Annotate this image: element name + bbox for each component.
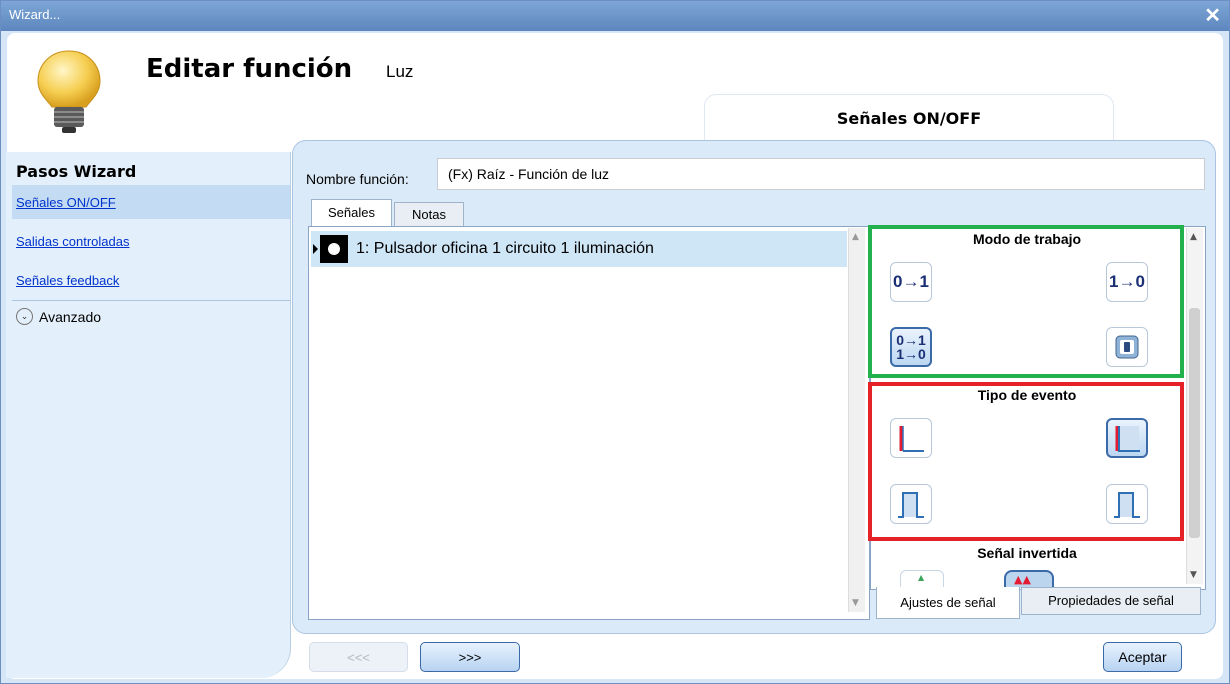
inverted-signal-title: Señal invertida (977, 545, 1077, 561)
scrollbar-thumb[interactable] (1189, 308, 1200, 538)
accept-button[interactable]: Aceptar (1103, 642, 1182, 672)
scroll-up-icon[interactable]: ▲ (852, 232, 859, 242)
sidebar-item-feedback-signals[interactable]: Señales feedback (16, 273, 119, 288)
scroll-up-icon[interactable]: ▲ (1190, 232, 1197, 242)
lightbulb-icon (37, 50, 101, 133)
scroll-down-icon[interactable]: ▼ (852, 598, 859, 608)
close-icon[interactable]: ✕ (1204, 3, 1221, 28)
signal-label: 1: Pulsador oficina 1 circuito 1 ilumina… (356, 240, 654, 257)
function-name-field[interactable]: (Fx) Raíz - Función de luz (437, 158, 1205, 190)
work-mode-highlight-frame (868, 225, 1184, 378)
event-type-highlight-frame (868, 382, 1184, 541)
signals-list: 1: Pulsador oficina 1 circuito 1 ilumina… (308, 226, 870, 620)
step-tab-title: Señales ON/OFF (704, 94, 1114, 140)
window-title: Wizard... (9, 7, 61, 22)
wizard-steps-sidebar: Pasos Wizard Señales ON/OFF Salidas cont… (6, 152, 291, 678)
invert-icon: ▲▲ (1014, 573, 1031, 586)
sidebar-title: Pasos Wizard (16, 162, 137, 181)
inverted-off-button[interactable]: ▲ (900, 570, 944, 587)
next-button[interactable]: >>> (420, 642, 520, 672)
tab-signal-properties[interactable]: Propiedades de señal (1021, 587, 1201, 615)
previous-button[interactable]: <<< (309, 642, 408, 672)
advanced-label: Avanzado (39, 308, 102, 325)
sidebar-divider (12, 300, 290, 301)
sidebar-item-controlled-outputs[interactable]: Salidas controladas (16, 234, 129, 249)
sidebar-item-on-off-signals[interactable]: Señales ON/OFF (16, 195, 116, 210)
arrow-up-icon: ▲ (918, 573, 925, 582)
title-bar: Wizard... ✕ (1, 1, 1229, 31)
page-title: Editar función (146, 54, 353, 84)
tab-signals[interactable]: Señales (311, 199, 392, 227)
signals-scrollbar[interactable]: ▲ ▼ (848, 228, 865, 612)
inverted-on-button[interactable]: ▲▲ (1004, 570, 1054, 588)
chevron-down-icon: ⌄ (16, 308, 33, 325)
list-item[interactable]: 1: Pulsador oficina 1 circuito 1 ilumina… (311, 231, 847, 267)
row-pointer-icon (313, 244, 318, 254)
properties-scrollbar[interactable]: ▲ ▼ (1186, 228, 1203, 584)
pushbutton-icon (320, 235, 348, 263)
advanced-expander[interactable]: ⌄ Avanzado (16, 308, 101, 325)
function-type-label: Luz (386, 62, 414, 81)
scroll-down-icon[interactable]: ▼ (1190, 570, 1197, 580)
tab-signal-settings[interactable]: Ajustes de señal (876, 587, 1020, 619)
tab-notes[interactable]: Notas (394, 202, 464, 227)
function-name-label: Nombre función: (306, 171, 409, 187)
